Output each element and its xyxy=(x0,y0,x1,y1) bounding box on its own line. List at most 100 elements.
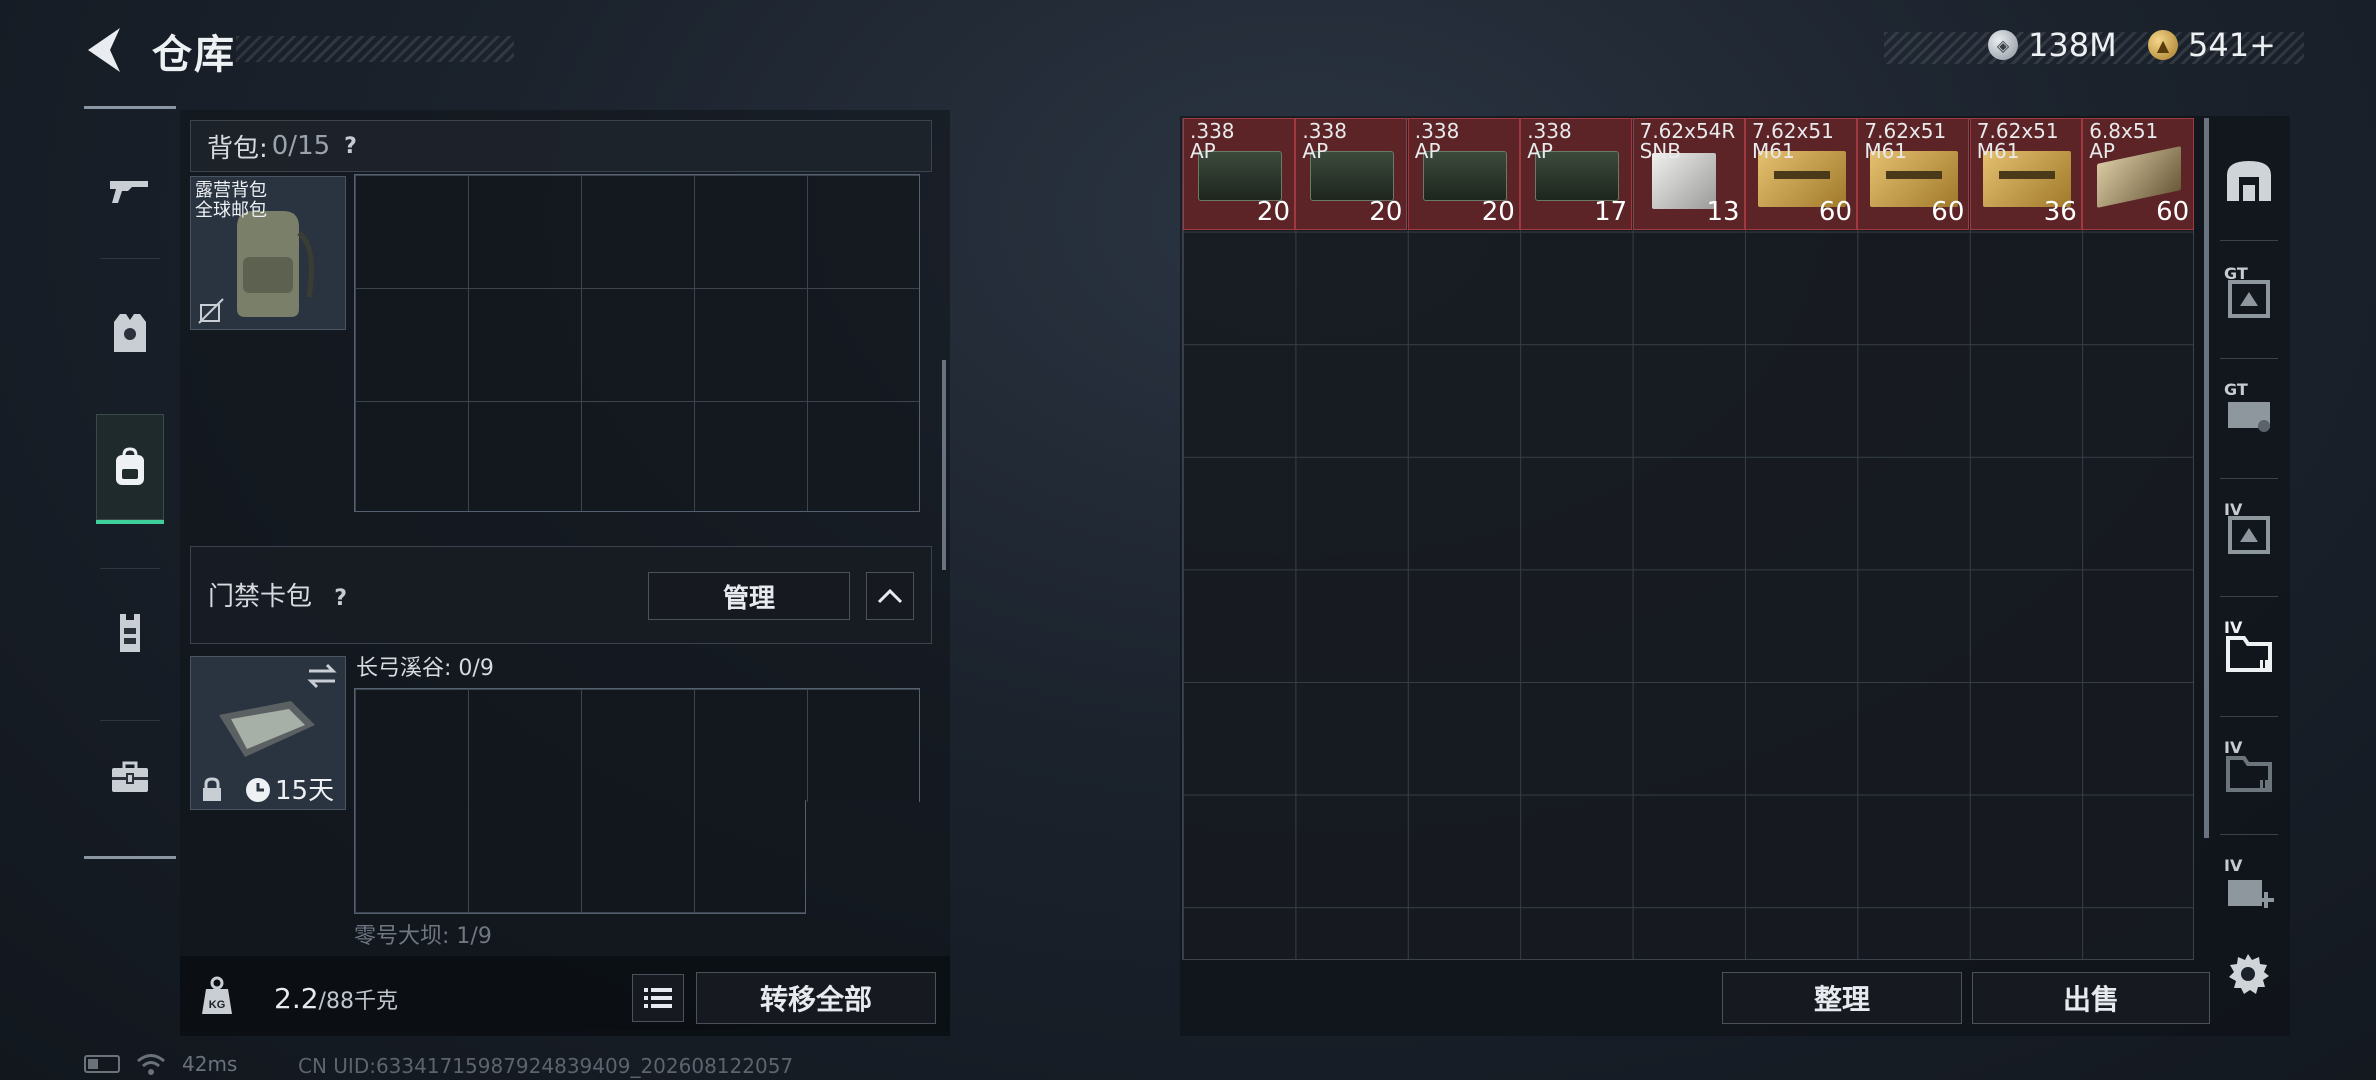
storage-grid[interactable] xyxy=(1182,118,2194,960)
back-button[interactable] xyxy=(80,22,130,78)
ammo-name: 7.62x51 M61 xyxy=(1752,119,1834,163)
ammo-item[interactable]: 6.8x51 AP 60 xyxy=(2082,118,2195,230)
tab-divider xyxy=(2220,596,2278,597)
battery-icon xyxy=(84,1055,120,1073)
page-title: 仓库 xyxy=(152,32,236,78)
weight-value: 2.2/88千克 xyxy=(274,982,398,1015)
list-view-button[interactable] xyxy=(632,974,684,1022)
ammo-item[interactable]: .338 AP 17 xyxy=(1520,118,1633,230)
tab-level-label: GT xyxy=(2224,380,2248,399)
ammo-quantity: 20 xyxy=(1369,197,1403,227)
list-icon xyxy=(644,988,672,1008)
chevron-up-icon xyxy=(877,588,903,604)
ammo-name: .338 AP xyxy=(1527,119,1572,163)
tab-storage-iv-2[interactable]: IV xyxy=(2214,602,2284,702)
gold-currency[interactable]: ▲ 541+ xyxy=(2148,26,2276,64)
keycard-slot-grid-top[interactable] xyxy=(354,688,920,802)
tab-level-label: IV xyxy=(2224,618,2243,637)
lock-icon xyxy=(203,777,221,801)
ammo-name: 7.62x51 M61 xyxy=(1864,119,1947,163)
keycard-label-text: 门禁卡包 xyxy=(208,582,313,612)
backpack-help-icon[interactable]: ? xyxy=(344,134,357,159)
keycard-slot-label-2: 零号大坝: 1/9 xyxy=(354,924,492,949)
keycard-slot-grid-bottom[interactable] xyxy=(354,800,806,914)
ammo-quantity: 20 xyxy=(1481,197,1515,227)
nav-divider xyxy=(100,720,160,721)
tab-storage-iv-1[interactable]: IV xyxy=(2214,484,2284,584)
nav-armor[interactable] xyxy=(96,278,164,388)
tab-divider xyxy=(2220,478,2278,479)
ammo-item[interactable]: 7.62x51 M61 60 xyxy=(1857,118,1970,230)
backpack-item-name: 露营背包 全球邮包 xyxy=(195,180,267,221)
backpack-grid[interactable] xyxy=(354,174,920,512)
nav-weapons[interactable] xyxy=(96,136,164,246)
ammo-item[interactable]: 7.62x51 M61 36 xyxy=(1969,118,2082,230)
storage-scrollbar[interactable] xyxy=(2204,118,2209,838)
nav-backpack[interactable] xyxy=(96,414,164,524)
keycard-holder-item[interactable]: 15天 xyxy=(190,656,346,810)
panel-scrollbar[interactable] xyxy=(942,360,946,570)
chest-rig-icon xyxy=(120,614,140,652)
ammo-name: .338 AP xyxy=(1190,119,1235,163)
ammo-item[interactable]: 7.62x51 M61 60 xyxy=(1745,118,1857,230)
backpack-icon xyxy=(116,447,144,485)
ammo-quantity: 20 xyxy=(1256,197,1290,227)
ammo-item[interactable]: .338 AP 20 xyxy=(1407,118,1520,230)
nav-chest-rig[interactable] xyxy=(96,578,164,688)
weight-current: 2.2 xyxy=(274,982,319,1015)
sell-button[interactable]: 出售 xyxy=(1972,972,2210,1024)
keycard-help-icon[interactable]: ? xyxy=(334,586,347,611)
gun-icon xyxy=(110,181,148,203)
keycard-label: 门禁卡包 ? xyxy=(208,576,347,613)
backpack-label: 背包: xyxy=(207,133,268,164)
keycard-holder-image xyxy=(219,701,315,757)
transfer-all-button[interactable]: 转移全部 xyxy=(696,972,936,1024)
silver-currency[interactable]: ◈ 138M xyxy=(1988,26,2117,64)
sort-button[interactable]: 整理 xyxy=(1722,972,1962,1024)
tab-divider xyxy=(2220,240,2278,241)
tab-storage-add[interactable]: IV xyxy=(2214,840,2284,940)
gold-coin-icon: ▲ xyxy=(2148,30,2178,60)
tab-storage-gt-1[interactable]: GT xyxy=(2214,248,2284,348)
collapse-button[interactable] xyxy=(866,572,914,620)
ammo-name: .338 AP xyxy=(1414,119,1460,163)
backpack-header: 背包: 0/15 ? xyxy=(190,120,932,172)
settings-button[interactable] xyxy=(2226,952,2276,1002)
tab-storage-iv-3[interactable]: IV xyxy=(2214,722,2284,822)
wifi-icon xyxy=(137,1054,165,1075)
ammo-item[interactable]: .338 AP 20 xyxy=(1295,118,1408,230)
nav-toolbox[interactable] xyxy=(96,722,164,832)
no-drop-icon xyxy=(198,298,224,324)
ammo-name: 6.8x51 AP xyxy=(2089,119,2159,163)
weight-capacity: /88千克 xyxy=(318,989,398,1014)
backpack-count: 0/15 xyxy=(271,131,331,161)
tab-level-label: IV xyxy=(2224,856,2243,875)
tab-divider xyxy=(2220,716,2278,717)
gold-currency-value: 541+ xyxy=(2188,26,2276,64)
weight-kg-icon: KG xyxy=(202,976,232,1014)
ammo-item[interactable]: .338 AP 20 xyxy=(1183,118,1295,230)
gear-icon xyxy=(2229,954,2269,994)
ammo-name: 7.62x51 M61 xyxy=(1976,119,2059,163)
ammo-quantity: 60 xyxy=(1818,197,1852,227)
toolbox-icon xyxy=(112,761,148,792)
tab-storage-gt-2[interactable]: GT xyxy=(2214,364,2284,464)
nav-divider xyxy=(100,568,160,569)
ammo-quantity: 13 xyxy=(1706,197,1740,227)
ammo-item[interactable]: 7.62x54R SNB 13 xyxy=(1632,118,1745,230)
backpack-item[interactable]: 露营背包 全球邮包 xyxy=(190,176,346,330)
keycard-timer: 15天 xyxy=(275,776,335,806)
user-uid: CN UID:63341715987924839409_202608122057 xyxy=(298,1054,794,1078)
manage-button[interactable]: 管理 xyxy=(648,572,850,620)
ammo-quantity: 17 xyxy=(1594,197,1628,227)
title-decoration xyxy=(236,36,514,62)
keycard-slot-label: 长弓溪谷: 0/9 xyxy=(356,656,494,681)
ammo-name: .338 AP xyxy=(1302,119,1347,163)
status-bar: 42ms xyxy=(84,1052,237,1076)
silver-currency-value: 138M xyxy=(2028,26,2117,64)
tab-level-label: GT xyxy=(2224,264,2248,283)
nav-bottom-line xyxy=(84,856,176,859)
nav-top-line xyxy=(84,106,176,109)
tab-main-storage[interactable] xyxy=(2214,130,2284,230)
swap-icon[interactable] xyxy=(307,663,337,689)
